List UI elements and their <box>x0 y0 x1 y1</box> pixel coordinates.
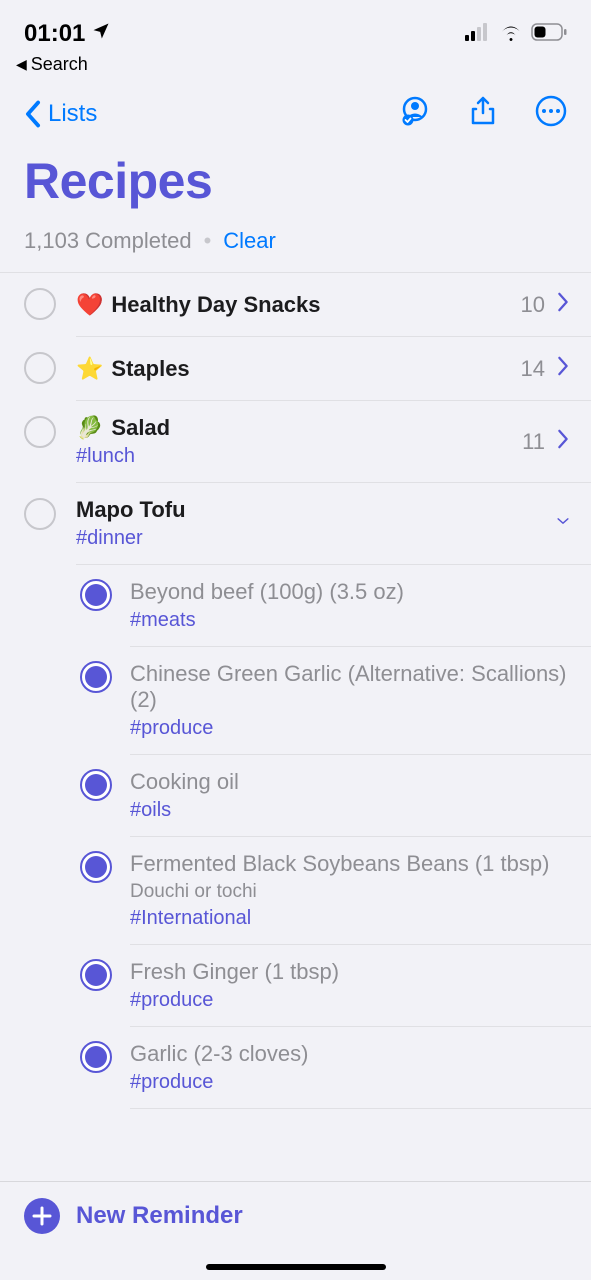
status-bar: 01:01 <box>0 0 591 54</box>
more-icon[interactable] <box>535 95 567 132</box>
item-count: 14 <box>521 356 545 382</box>
list-item[interactable]: ❤️ Healthy Day Snacks 10 <box>0 273 591 337</box>
item-title: Salad <box>111 415 170 441</box>
chevron-right-icon[interactable] <box>557 429 569 454</box>
list-subitem[interactable]: Fermented Black Soybeans Beans (1 tbsp) … <box>0 837 591 945</box>
subitem-title: Chinese Green Garlic (Alternative: Scall… <box>130 661 569 713</box>
checkbox[interactable] <box>24 352 56 384</box>
list-subitem[interactable]: Cooking oil #oils <box>0 755 591 837</box>
subitem-tag[interactable]: #produce <box>130 1071 569 1094</box>
nav-bar: Lists <box>0 81 591 142</box>
item-title: Staples <box>111 356 189 382</box>
subitem-tag[interactable]: #produce <box>130 717 569 740</box>
checkbox-checked[interactable] <box>80 959 112 991</box>
home-indicator[interactable] <box>206 1264 386 1270</box>
page-title: Recipes <box>0 142 591 228</box>
list-item-expanded[interactable]: Mapo Tofu #dinner <box>0 483 591 565</box>
chevron-down-icon[interactable] <box>557 511 569 536</box>
checkbox-checked[interactable] <box>80 769 112 801</box>
subitem-title: Fresh Ginger (1 tbsp) <box>130 959 569 985</box>
item-emoji: ❤️ <box>76 292 103 318</box>
item-tag[interactable]: #dinner <box>76 527 545 550</box>
item-count: 10 <box>521 292 545 318</box>
back-button[interactable]: Lists <box>24 100 97 128</box>
cellular-icon <box>465 23 491 46</box>
battery-icon <box>531 23 567 46</box>
item-title: Mapo Tofu <box>76 497 186 523</box>
subitem-title: Fermented Black Soybeans Beans (1 tbsp) <box>130 851 569 877</box>
completed-row: 1,103 Completed • Clear <box>0 228 591 272</box>
list-subitem[interactable]: Garlic (2-3 cloves) #produce <box>0 1027 591 1109</box>
clear-button[interactable]: Clear <box>223 228 276 254</box>
checkbox[interactable] <box>24 416 56 448</box>
list-item[interactable]: ⭐ Staples 14 <box>0 337 591 401</box>
back-label: Lists <box>48 100 97 128</box>
checkbox-checked[interactable] <box>80 1041 112 1073</box>
location-icon <box>91 20 111 48</box>
subitem-title: Cooking oil <box>130 769 569 795</box>
status-time: 01:01 <box>24 20 85 48</box>
wifi-icon <box>499 23 523 46</box>
subitem-tag[interactable]: #produce <box>130 989 569 1012</box>
back-caret-icon: ◀ <box>16 56 27 73</box>
breadcrumb-label: Search <box>31 54 88 75</box>
subitem-note: Douchi or tochi <box>130 881 569 903</box>
checkbox-checked[interactable] <box>80 579 112 611</box>
assign-icon[interactable] <box>399 95 431 132</box>
subitem-title: Garlic (2-3 cloves) <box>130 1041 569 1067</box>
separator-dot: • <box>204 228 212 254</box>
item-emoji: ⭐ <box>76 356 103 382</box>
subitem-title: Beyond beef (100g) (3.5 oz) <box>130 579 569 605</box>
subitem-tag[interactable]: #International <box>130 907 569 930</box>
list-subitem[interactable]: Fresh Ginger (1 tbsp) #produce <box>0 945 591 1027</box>
item-title: Healthy Day Snacks <box>111 292 320 318</box>
breadcrumb[interactable]: ◀ Search <box>0 54 591 81</box>
checkbox-checked[interactable] <box>80 661 112 693</box>
new-reminder-label: New Reminder <box>76 1202 243 1230</box>
list-item[interactable]: 🥬 Salad #lunch 11 <box>0 401 591 483</box>
subitem-tag[interactable]: #oils <box>130 799 569 822</box>
plus-icon <box>24 1198 60 1234</box>
item-tag[interactable]: #lunch <box>76 445 510 468</box>
chevron-right-icon[interactable] <box>557 356 569 381</box>
share-icon[interactable] <box>467 95 499 132</box>
reminder-list: ❤️ Healthy Day Snacks 10 ⭐ Staples 14 <box>0 272 591 1109</box>
item-count: 11 <box>522 429 545 455</box>
chevron-left-icon <box>24 100 42 128</box>
list-subitem[interactable]: Chinese Green Garlic (Alternative: Scall… <box>0 647 591 755</box>
checkbox[interactable] <box>24 498 56 530</box>
list-subitem[interactable]: Beyond beef (100g) (3.5 oz) #meats <box>0 565 591 647</box>
checkbox-checked[interactable] <box>80 851 112 883</box>
chevron-right-icon[interactable] <box>557 292 569 317</box>
checkbox[interactable] <box>24 288 56 320</box>
completed-count: 1,103 Completed <box>24 228 192 254</box>
item-emoji: 🥬 <box>76 415 103 441</box>
subitem-tag[interactable]: #meats <box>130 609 569 632</box>
